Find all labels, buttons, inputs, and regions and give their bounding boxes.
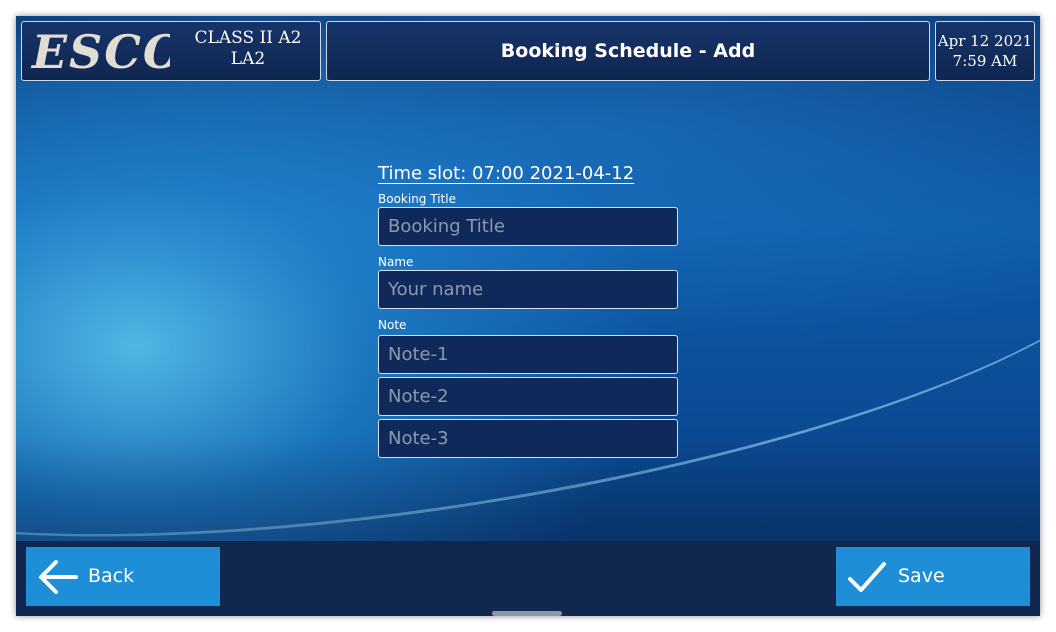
checkmark-icon (848, 562, 886, 592)
name-placeholder: Your name (388, 279, 484, 300)
booking-title-input[interactable]: Booking Title (378, 207, 678, 246)
model-line-2: LA2 (230, 49, 266, 69)
note-2-input[interactable]: Note-2 (378, 377, 678, 416)
esco-logo: ESCO (30, 26, 170, 76)
booking-title-placeholder: Booking Title (388, 216, 505, 237)
device-model: CLASS II A2 LA2 (180, 28, 316, 70)
model-line-1: CLASS II A2 (194, 28, 302, 48)
clock-panel: Apr 12 2021 7:59 AM (935, 21, 1035, 81)
save-button[interactable]: Save (836, 547, 1030, 606)
booking-form: Time slot: 07:00 2021-04-12 Booking Titl… (378, 163, 678, 458)
page-title: Booking Schedule - Add (500, 40, 756, 62)
booking-title-label: Booking Title (378, 192, 456, 206)
logo-text: ESCO (30, 26, 170, 76)
note-3-input[interactable]: Note-3 (378, 419, 678, 458)
time-slot-label: Time slot: 07:00 2021-04-12 (378, 163, 635, 184)
date-text: Apr 12 2021 (937, 32, 1033, 50)
note-1-placeholder: Note-1 (388, 344, 449, 365)
note-1-input[interactable]: Note-1 (378, 335, 678, 374)
back-button[interactable]: Back (26, 547, 220, 606)
screen: ESCO CLASS II A2 LA2 Booking Schedule - … (16, 16, 1040, 616)
datetime: Apr 12 2021 7:59 AM (936, 31, 1034, 71)
arrow-left-icon (39, 560, 78, 594)
title-panel: Booking Schedule - Add (326, 21, 930, 81)
name-input[interactable]: Your name (378, 270, 678, 309)
bottom-bar: Back Save (16, 541, 1040, 616)
note-3-placeholder: Note-3 (388, 428, 449, 449)
brand-panel: ESCO CLASS II A2 LA2 (21, 21, 321, 81)
note-2-placeholder: Note-2 (388, 386, 449, 407)
time-text: 7:59 AM (952, 52, 1018, 70)
back-button-label: Back (88, 565, 135, 587)
save-button-label: Save (898, 565, 945, 587)
drag-handle[interactable] (492, 611, 562, 616)
note-label: Note (378, 318, 407, 332)
name-label: Name (378, 255, 414, 269)
